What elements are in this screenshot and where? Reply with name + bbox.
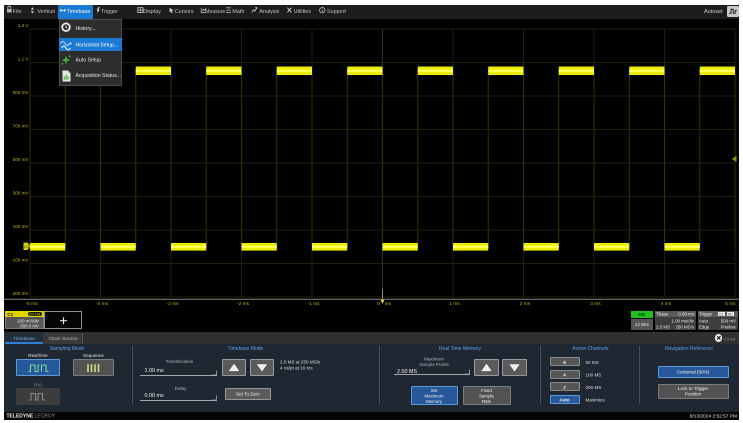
svg-text:Acquisition Status...: Acquisition Status... <box>76 73 122 79</box>
svg-text:Horizontal Setup...: Horizontal Setup... <box>76 42 119 48</box>
svg-text:Auto Setup: Auto Setup <box>76 57 102 63</box>
svg-text:History...: History... <box>76 26 96 32</box>
